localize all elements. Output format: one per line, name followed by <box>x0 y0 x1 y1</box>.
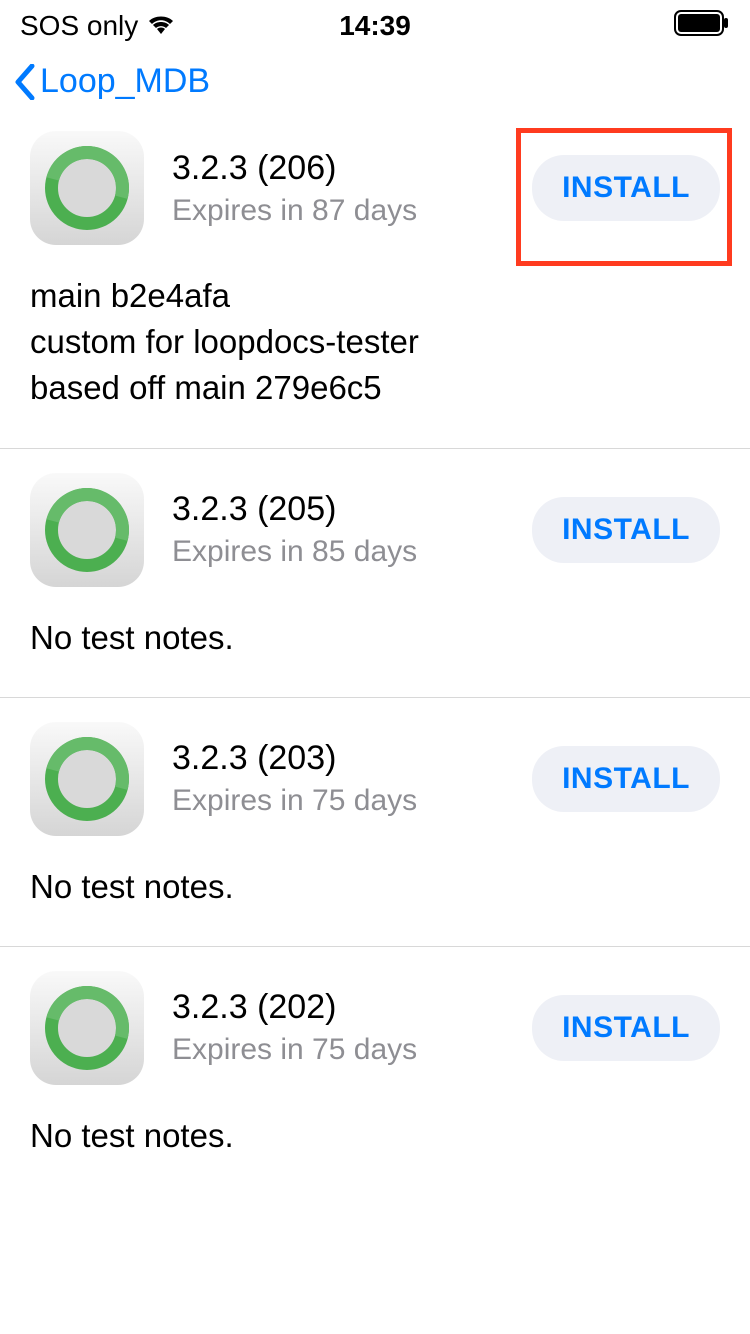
build-item: 3.2.3 (206) Expires in 87 days INSTALL m… <box>0 121 750 448</box>
build-expiry: Expires in 87 days <box>172 194 504 228</box>
build-version: 3.2.3 (205) <box>172 490 504 529</box>
status-left: SOS only <box>20 10 176 42</box>
back-button[interactable]: Loop_MDB <box>14 62 210 101</box>
build-meta: 3.2.3 (203) Expires in 75 days <box>172 739 504 818</box>
build-header: 3.2.3 (202) Expires in 75 days INSTALL <box>30 971 720 1085</box>
status-time: 14:39 <box>339 10 411 42</box>
build-meta: 3.2.3 (202) Expires in 75 days <box>172 988 504 1067</box>
battery-icon <box>674 10 730 43</box>
loop-ring-icon <box>45 146 129 230</box>
build-meta: 3.2.3 (205) Expires in 85 days <box>172 490 504 569</box>
loop-ring-icon <box>45 737 129 821</box>
build-expiry: Expires in 75 days <box>172 784 504 818</box>
install-button[interactable]: INSTALL <box>532 155 720 221</box>
build-item: 3.2.3 (205) Expires in 85 days INSTALL N… <box>0 448 750 697</box>
status-right <box>674 10 730 43</box>
build-header: 3.2.3 (203) Expires in 75 days INSTALL <box>30 722 720 836</box>
back-label: Loop_MDB <box>40 62 210 101</box>
loop-ring-icon <box>45 986 129 1070</box>
builds-list: 3.2.3 (206) Expires in 87 days INSTALL m… <box>0 121 750 1195</box>
chevron-left-icon <box>14 64 36 100</box>
build-header: 3.2.3 (206) Expires in 87 days INSTALL <box>30 131 720 245</box>
build-version: 3.2.3 (206) <box>172 149 504 188</box>
wifi-icon <box>146 10 176 42</box>
build-item: 3.2.3 (203) Expires in 75 days INSTALL N… <box>0 697 750 946</box>
carrier-text: SOS only <box>20 10 138 42</box>
build-item: 3.2.3 (202) Expires in 75 days INSTALL N… <box>0 946 750 1195</box>
app-icon <box>30 131 144 245</box>
loop-ring-icon <box>45 488 129 572</box>
build-meta: 3.2.3 (206) Expires in 87 days <box>172 149 504 228</box>
install-button[interactable]: INSTALL <box>532 746 720 812</box>
build-version: 3.2.3 (203) <box>172 739 504 778</box>
app-icon <box>30 473 144 587</box>
build-header: 3.2.3 (205) Expires in 85 days INSTALL <box>30 473 720 587</box>
app-icon <box>30 722 144 836</box>
status-bar: SOS only 14:39 <box>0 0 750 48</box>
nav-bar: Loop_MDB <box>0 48 750 121</box>
build-notes: main b2e4afa custom for loopdocs-tester … <box>30 273 720 412</box>
install-button[interactable]: INSTALL <box>532 497 720 563</box>
app-icon <box>30 971 144 1085</box>
build-expiry: Expires in 75 days <box>172 1033 504 1067</box>
build-notes: No test notes. <box>30 615 720 661</box>
build-notes: No test notes. <box>30 1113 720 1159</box>
build-expiry: Expires in 85 days <box>172 535 504 569</box>
build-notes: No test notes. <box>30 864 720 910</box>
build-version: 3.2.3 (202) <box>172 988 504 1027</box>
install-button[interactable]: INSTALL <box>532 995 720 1061</box>
